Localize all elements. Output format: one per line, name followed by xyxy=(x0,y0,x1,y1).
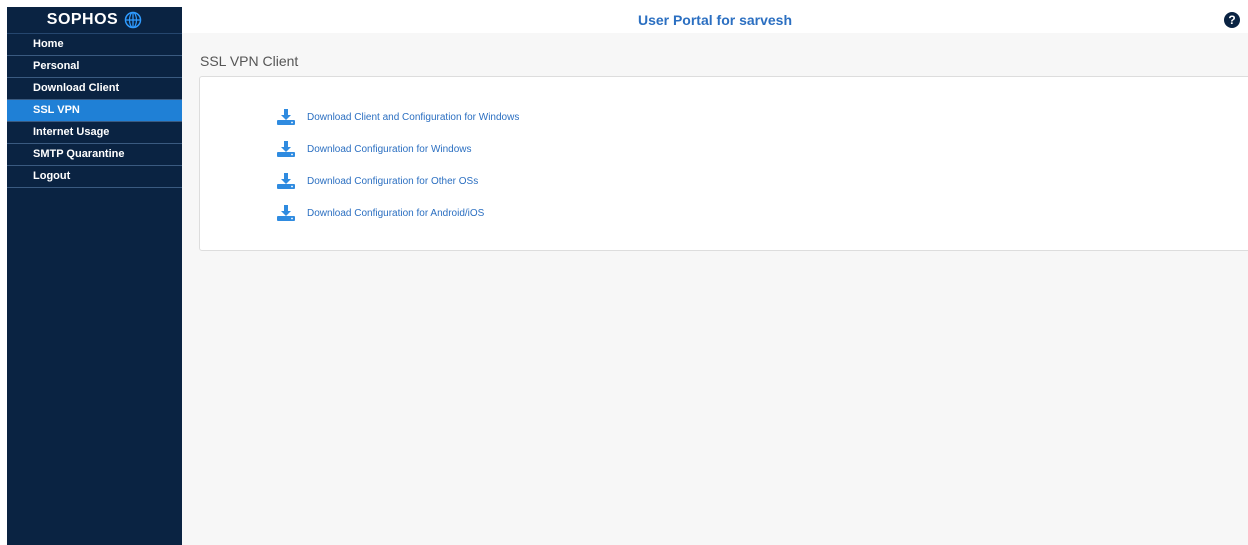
sophos-logo: SOPHOS xyxy=(7,7,182,34)
download-icon xyxy=(277,109,295,125)
top-header: User Portal for sarvesh ? xyxy=(182,7,1248,33)
sidebar-item-personal[interactable]: Personal xyxy=(7,56,182,78)
sidebar-item-ssl-vpn[interactable]: SSL VPN xyxy=(7,100,182,122)
sidebar-item-home[interactable]: Home xyxy=(7,34,182,56)
download-link-label: Download Client and Configuration for Wi… xyxy=(307,111,520,123)
sidebar: SOPHOS Home Personal Download Client SSL… xyxy=(7,7,182,545)
page-title: SSL VPN Client xyxy=(200,53,299,69)
sidebar-item-download-client[interactable]: Download Client xyxy=(7,78,182,100)
download-config-windows-link[interactable]: Download Configuration for Windows xyxy=(277,141,472,157)
globe-icon xyxy=(124,11,142,29)
download-link-label: Download Configuration for Other OSs xyxy=(307,175,479,187)
download-link-label: Download Configuration for Android/iOS xyxy=(307,207,485,219)
download-icon xyxy=(277,141,295,157)
sidebar-item-internet-usage[interactable]: Internet Usage xyxy=(7,122,182,144)
sidebar-item-smtp-quarantine[interactable]: SMTP Quarantine xyxy=(7,144,182,166)
brand-name: SOPHOS xyxy=(46,11,119,28)
download-panel: Download Client and Configuration for Wi… xyxy=(199,76,1248,251)
download-client-config-windows-link[interactable]: Download Client and Configuration for Wi… xyxy=(277,109,519,125)
download-config-other-os-link[interactable]: Download Configuration for Other OSs xyxy=(277,173,478,189)
main-content: SSL VPN Client Download Client and Confi… xyxy=(182,33,1248,545)
page-header-title: User Portal for sarvesh xyxy=(637,12,793,28)
download-config-android-ios-link[interactable]: Download Configuration for Android/iOS xyxy=(277,205,484,221)
download-link-label: Download Configuration for Windows xyxy=(307,143,472,155)
download-icon xyxy=(277,173,295,189)
help-icon[interactable]: ? xyxy=(1224,12,1240,28)
sidebar-item-logout[interactable]: Logout xyxy=(7,166,182,188)
download-icon xyxy=(277,205,295,221)
sidebar-nav: Home Personal Download Client SSL VPN In… xyxy=(7,34,182,188)
